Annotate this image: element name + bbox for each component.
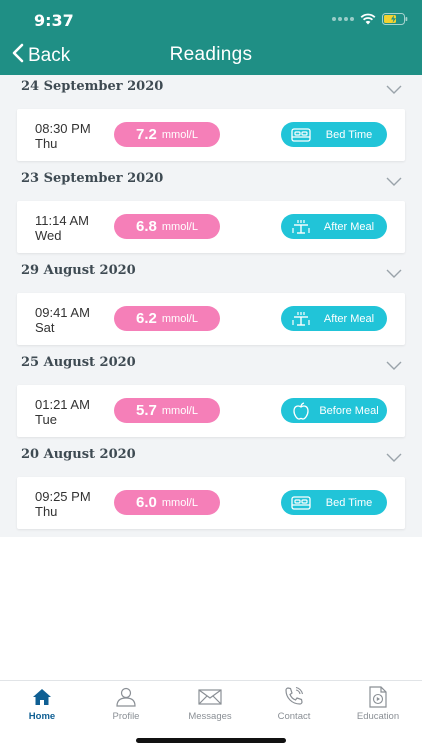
meal-label: After Meal xyxy=(323,312,375,325)
tab-education[interactable]: Education xyxy=(336,681,420,729)
tab-label: Education xyxy=(356,711,400,722)
glucose-unit: mmol/L xyxy=(161,496,198,509)
group-date: 23 September 2020 xyxy=(21,171,164,186)
glucose-badge: 6.0 mmol/L xyxy=(114,490,220,515)
apple-icon xyxy=(287,401,315,420)
reading-card[interactable]: 08:30 PM Thu 7.2 mmol/L Bed Time xyxy=(17,109,405,161)
reading-time: 01:21 AM xyxy=(35,397,90,412)
video-document-icon xyxy=(369,686,387,708)
reading-time: 09:41 AM xyxy=(35,305,90,320)
app-header: 9:37 Back Readings xyxy=(0,0,422,75)
group-header[interactable]: 24 September 2020 xyxy=(0,75,422,101)
user-icon xyxy=(115,687,137,707)
tab-label: Home xyxy=(28,711,56,722)
group-date: 24 September 2020 xyxy=(21,79,164,94)
reading-group: 25 August 2020 01:21 AM Tue 5.7 mmol/L B… xyxy=(0,351,422,437)
group-header[interactable]: 20 August 2020 xyxy=(0,443,422,469)
glucose-unit: mmol/L xyxy=(161,404,198,417)
glucose-badge: 6.2 mmol/L xyxy=(114,306,220,331)
glucose-unit: mmol/L xyxy=(161,220,198,233)
meal-tag: After Meal xyxy=(281,214,387,239)
group-header[interactable]: 23 September 2020 xyxy=(0,167,422,193)
tab-profile[interactable]: Profile xyxy=(84,681,168,729)
reading-group: 23 September 2020 11:14 AM Wed 6.8 mmol/… xyxy=(0,167,422,253)
reading-group: 29 August 2020 09:41 AM Sat 6.2 mmol/L A… xyxy=(0,259,422,345)
meal-tag: Bed Time xyxy=(281,490,387,515)
phone-icon xyxy=(283,687,305,707)
bed-icon xyxy=(287,127,315,142)
meal-label: Before Meal xyxy=(319,404,379,417)
reading-day: Wed xyxy=(35,228,62,243)
dining-table-icon xyxy=(287,219,315,235)
meal-tag: Before Meal xyxy=(281,398,387,423)
tab-home[interactable]: Home xyxy=(0,681,84,729)
glucose-unit: mmol/L xyxy=(161,312,198,325)
chevron-down-icon[interactable] xyxy=(386,357,402,375)
home-indicator xyxy=(136,738,286,743)
battery-icon xyxy=(382,13,408,25)
status-icons xyxy=(332,13,408,25)
chevron-down-icon[interactable] xyxy=(386,265,402,283)
reading-group: 24 September 2020 08:30 PM Thu 7.2 mmol/… xyxy=(0,75,422,161)
meal-label: Bed Time xyxy=(325,496,373,509)
reading-day: Tue xyxy=(35,412,57,427)
chevron-down-icon[interactable] xyxy=(386,449,402,467)
reading-time: 08:30 PM xyxy=(35,121,91,136)
reading-card[interactable]: 09:25 PM Thu 6.0 mmol/L Bed Time xyxy=(17,477,405,529)
chevron-down-icon[interactable] xyxy=(386,173,402,191)
group-header[interactable]: 25 August 2020 xyxy=(0,351,422,377)
group-date: 20 August 2020 xyxy=(21,447,136,462)
meal-tag: Bed Time xyxy=(281,122,387,147)
reading-time: 11:14 AM xyxy=(35,213,89,228)
glucose-value: 6.8 xyxy=(136,218,157,235)
tab-label: Messages xyxy=(188,711,232,722)
readings-list: 24 September 2020 08:30 PM Thu 7.2 mmol/… xyxy=(0,75,422,537)
reading-day: Sat xyxy=(35,320,55,335)
group-header[interactable]: 29 August 2020 xyxy=(0,259,422,285)
group-date: 25 August 2020 xyxy=(21,355,136,370)
reading-group: 20 August 2020 09:25 PM Thu 6.0 mmol/L B… xyxy=(0,443,422,529)
glucose-unit: mmol/L xyxy=(161,128,198,141)
meal-tag: After Meal xyxy=(281,306,387,331)
tab-messages[interactable]: Messages xyxy=(168,681,252,729)
tab-label: Contact xyxy=(277,711,311,722)
glucose-value: 7.2 xyxy=(136,126,157,143)
chevron-down-icon[interactable] xyxy=(386,81,402,99)
reading-card[interactable]: 09:41 AM Sat 6.2 mmol/L After Meal xyxy=(17,293,405,345)
glucose-badge: 7.2 mmol/L xyxy=(114,122,220,147)
bed-icon xyxy=(287,495,315,510)
tab-contact[interactable]: Contact xyxy=(252,681,336,729)
reading-day: Thu xyxy=(35,504,58,519)
glucose-badge: 6.8 mmol/L xyxy=(114,214,220,239)
meal-label: After Meal xyxy=(323,220,375,233)
reading-card[interactable]: 11:14 AM Wed 6.8 mmol/L After Meal xyxy=(17,201,405,253)
wifi-icon xyxy=(360,13,376,25)
reading-time: 09:25 PM xyxy=(35,489,91,504)
glucose-value: 6.0 xyxy=(136,494,157,511)
reading-day: Thu xyxy=(35,136,58,151)
dining-table-icon xyxy=(287,311,315,327)
home-icon xyxy=(32,687,52,707)
tab-label: Profile xyxy=(112,711,140,722)
glucose-value: 5.7 xyxy=(136,402,157,419)
page-title: Readings xyxy=(169,44,253,65)
meal-label: Bed Time xyxy=(325,128,373,141)
glucose-badge: 5.7 mmol/L xyxy=(114,398,220,423)
group-date: 29 August 2020 xyxy=(21,263,136,278)
status-time: 9:37 xyxy=(34,11,74,30)
envelope-icon xyxy=(198,687,222,707)
cellular-signal-icon xyxy=(332,17,354,21)
reading-card[interactable]: 01:21 AM Tue 5.7 mmol/L Before Meal xyxy=(17,385,405,437)
glucose-value: 6.2 xyxy=(136,310,157,327)
